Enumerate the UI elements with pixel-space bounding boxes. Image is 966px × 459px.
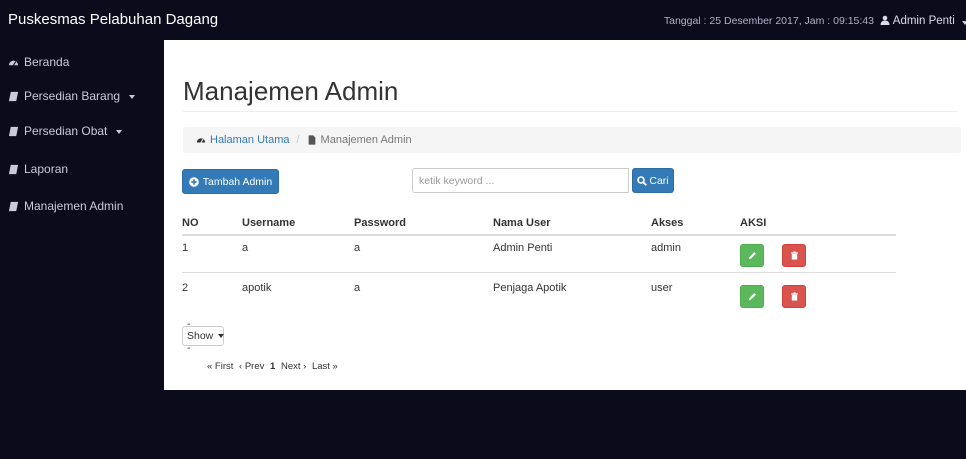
book-icon (8, 201, 19, 211)
breadcrumb-home-link[interactable]: Halaman Utama (196, 134, 289, 146)
sidebar-item-label: Manajemen Admin (24, 199, 124, 213)
chevron-down-icon (962, 21, 966, 25)
chevron-down-icon (116, 130, 123, 134)
plus-circle-icon (188, 176, 199, 187)
add-admin-button[interactable]: Tambah Admin (182, 169, 279, 194)
pagination-current: 1 (270, 361, 276, 372)
cell-akses: admin (651, 242, 681, 254)
book-icon (8, 91, 19, 101)
book-icon (8, 164, 19, 174)
breadcrumb-current-label: Manajemen Admin (320, 134, 412, 146)
sidebar-item-label: Beranda (24, 55, 70, 69)
cell-password: a (354, 242, 361, 254)
cell-no: 2 (182, 282, 189, 294)
sidebar-item-label: Persedian Barang (24, 89, 121, 103)
column-header-no: NO (182, 217, 199, 229)
cell-akses: user (651, 282, 673, 294)
column-header-akses: Akses (651, 217, 684, 229)
column-header-password: Password (354, 217, 406, 229)
trash-icon (790, 292, 798, 301)
breadcrumb-current: Manajemen Admin (307, 134, 412, 146)
table-header-divider (182, 234, 896, 236)
column-header-nama-user: Nama User (493, 217, 551, 229)
cell-no: 1 (182, 242, 189, 254)
cell-password: a (354, 282, 361, 294)
sidebar-item-beranda[interactable]: Beranda (8, 55, 69, 69)
cell-username: apotik (242, 282, 272, 294)
file-icon (308, 135, 315, 145)
sidebar: Beranda Persedian Barang Persedian Obat … (0, 40, 164, 459)
column-header-aksi: AKSI (740, 217, 767, 229)
main-content: Manajemen Admin Halaman Utama / Manajeme… (164, 40, 966, 390)
datetime-display: Tanggal : 25 Desember 2017, Jam : 09:15:… (663, 15, 874, 27)
chevron-down-icon (218, 334, 225, 338)
pencil-icon (748, 293, 756, 301)
sidebar-item-persedian-obat[interactable]: Persedian Obat (8, 124, 123, 138)
search-button[interactable]: Cari (632, 168, 674, 193)
sidebar-item-label: Persedian Obat (24, 124, 108, 138)
search-button-label: Cari (649, 174, 669, 187)
sidebar-item-label: Laporan (24, 162, 69, 176)
edit-button[interactable] (740, 244, 764, 267)
dashboard-icon (196, 138, 206, 143)
delete-button[interactable] (782, 244, 806, 267)
show-count-select[interactable]: - Show - (182, 318, 225, 354)
cell-username: a (242, 242, 249, 254)
dashboard-icon (8, 60, 19, 66)
pagination-last[interactable]: Last » (312, 361, 338, 372)
chevron-down-icon (129, 95, 136, 99)
pagination-prev[interactable]: ‹ Prev (239, 361, 264, 372)
pagination-next[interactable]: Next › (281, 361, 306, 372)
sidebar-item-manajemen-admin[interactable]: Manajemen Admin (8, 199, 123, 213)
sidebar-item-persedian-barang[interactable]: Persedian Barang (8, 89, 136, 103)
search-icon (637, 175, 648, 186)
title-divider (183, 111, 957, 112)
pagination: « First ‹ Prev 1 Next › Last » (207, 361, 341, 372)
pagination-first[interactable]: « First (207, 361, 233, 372)
sidebar-item-laporan[interactable]: Laporan (8, 162, 68, 176)
user-menu[interactable]: Admin Penti (880, 14, 966, 27)
brand-title[interactable]: Puskesmas Pelabuhan Dagang (8, 11, 218, 28)
delete-button[interactable] (782, 285, 806, 308)
page-title: Manajemen Admin (183, 76, 399, 106)
add-admin-label: Tambah Admin (202, 175, 273, 188)
user-icon (880, 15, 890, 25)
column-header-username: Username (242, 217, 296, 229)
cell-nama-user: Admin Penti (493, 242, 553, 254)
breadcrumb: Halaman Utama / Manajemen Admin (183, 127, 961, 153)
user-name: Admin Penti (892, 15, 955, 27)
breadcrumb-home-label: Halaman Utama (210, 134, 290, 146)
show-select-value: - Show - (187, 318, 214, 354)
search-input[interactable] (412, 168, 629, 193)
top-navbar: Puskesmas Pelabuhan Dagang Tanggal : 25 … (0, 0, 966, 40)
footer-area (164, 390, 966, 459)
cell-nama-user: Penjaga Apotik (493, 282, 567, 294)
row-divider (182, 272, 896, 273)
pencil-icon (748, 252, 756, 260)
breadcrumb-separator: / (296, 134, 300, 146)
edit-button[interactable] (740, 285, 764, 308)
book-icon (8, 126, 19, 136)
trash-icon (790, 251, 798, 260)
